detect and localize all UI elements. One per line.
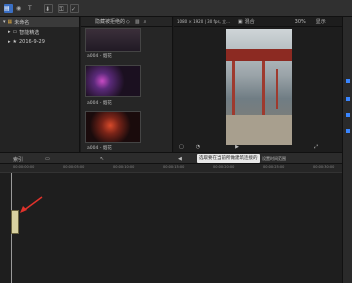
ground	[226, 115, 292, 145]
inspector-panel	[342, 17, 352, 283]
clip-thumbnail-2[interactable]	[85, 65, 141, 97]
clip-caption: a004 - 烟花	[87, 54, 112, 59]
keyword-button[interactable]: ⚿	[58, 4, 68, 13]
check-icon: ✓	[71, 6, 77, 13]
event-icon: ★	[12, 39, 17, 45]
ruler-tick: 00:00:15:00	[163, 165, 185, 169]
fullscreen-icon[interactable]: ⤢	[314, 144, 318, 150]
checkbox[interactable]	[346, 79, 350, 83]
timeline-ruler: 00:00:00:00 00:00:05:00 00:00:10:00 00:0…	[0, 164, 342, 173]
tooltip: 选取要在当前所做建筑连接的	[197, 154, 260, 163]
chevron-icon: ◇	[126, 18, 130, 25]
ruler-tick: 00:00:10:00	[113, 165, 135, 169]
library-toggle-button[interactable]: ▤	[4, 4, 13, 13]
annotation-arrow	[20, 196, 43, 213]
display-dropdown[interactable]: 显示	[316, 18, 326, 25]
crop-icon[interactable]: ▢	[179, 144, 184, 150]
clip-browser: 隐藏被拒绝的 ◇ ▥ ⌕ a004 - 烟花 a004 - 烟花 a004 - …	[81, 17, 173, 160]
format-info: 1080 × 1920 | 30 fps, 立...	[177, 18, 230, 24]
disclosure-icon: ▸	[8, 39, 11, 45]
analyze-button[interactable]: ✓	[70, 4, 79, 13]
browser-header: 隐藏被拒绝的 ◇ ▥ ⌕	[81, 17, 173, 27]
library-item-root[interactable]: ▾ ▦ 未命名	[0, 17, 79, 27]
library-item-smart[interactable]: ▸ ▭ 智能精选	[0, 27, 79, 37]
blend-icon: ▣	[237, 18, 243, 25]
timeline	[0, 173, 342, 283]
import-icon: ⬇	[45, 6, 51, 13]
chevron-left-icon[interactable]: ◀	[178, 156, 182, 162]
library-item-label: 2016-9-29	[19, 39, 45, 45]
ruler-tick: 00:00:30:00	[313, 165, 335, 169]
ruler-tick: 00:00:05:00	[63, 165, 85, 169]
library-sidebar: ▾ ▦ 未命名 ▸ ▭ 智能精选 ▸ ★ 2016-9-29	[0, 17, 80, 152]
canopy-beam	[226, 49, 292, 61]
titles-button[interactable]: T	[28, 4, 37, 13]
library-icon: ▤	[4, 5, 10, 12]
titles-icon: T	[28, 5, 32, 12]
ruler-tick: 00:00:20:00	[213, 165, 235, 169]
arrow-head	[20, 206, 27, 213]
disclosure-icon: ▾	[3, 19, 6, 25]
clip-thumbnail-3[interactable]	[85, 111, 141, 143]
speed-icon[interactable]: ◔	[196, 144, 200, 150]
library-item-label: 智能精选	[19, 29, 40, 36]
clip-caption: a004 - 烟花	[87, 146, 112, 151]
folder-icon: ▭	[12, 29, 18, 35]
clip-thumbnail-1[interactable]	[85, 28, 141, 52]
import-button[interactable]: ⬇	[44, 4, 53, 13]
index-button[interactable]: 索引	[13, 156, 23, 163]
photos-button[interactable]: ◉	[16, 4, 25, 13]
tool-select-icon[interactable]: ↖	[100, 156, 104, 162]
search-icon[interactable]: ⌕	[144, 19, 147, 25]
key-icon: ⚿	[59, 6, 64, 13]
camera-icon: ◉	[16, 5, 22, 12]
video-frame	[226, 29, 292, 145]
library-item-label: 未命名	[14, 19, 30, 26]
pillar	[262, 61, 265, 116]
checkbox[interactable]	[346, 97, 350, 101]
pillar	[276, 69, 278, 109]
time-range-label: 设置时间范围	[262, 156, 286, 161]
zoom-dropdown[interactable]: 30%	[295, 19, 306, 25]
checkbox[interactable]	[346, 129, 350, 133]
blend-mode-label: 混合	[244, 19, 255, 25]
clip-appearance-icon[interactable]: ▭	[45, 156, 50, 162]
timeline-toolbar: 索引 ▭ ↖ ◀ 设置时间范围	[0, 152, 342, 164]
play-icon[interactable]: ▶	[235, 144, 239, 150]
checkbox[interactable]	[346, 113, 350, 117]
top-toolbar: ▤ ◉ T ⬇ ⚿ ✓	[0, 0, 352, 17]
filmstrip-icon[interactable]: ▥	[135, 19, 140, 25]
ruler-tick: 00:00:00:00	[13, 165, 35, 169]
viewer: 1080 × 1920 | 30 fps, 立... ▣ 混合 30% 显示 ▢…	[174, 17, 342, 152]
disclosure-icon: ▸	[8, 29, 11, 35]
clip-caption: a004 - 烟花	[87, 101, 112, 106]
library-icon: ▦	[7, 19, 13, 25]
filter-dropdown[interactable]: 隐藏被拒绝的	[95, 18, 125, 25]
viewer-header: 1080 × 1920 | 30 fps, 立... ▣ 混合 30% 显示	[174, 17, 342, 27]
library-item-event[interactable]: ▸ ★ 2016-9-29	[0, 37, 79, 47]
ruler-tick: 00:00:25:00	[263, 165, 285, 169]
viewer-controls: ▢ ◔ ▶ ⤢	[174, 142, 342, 152]
